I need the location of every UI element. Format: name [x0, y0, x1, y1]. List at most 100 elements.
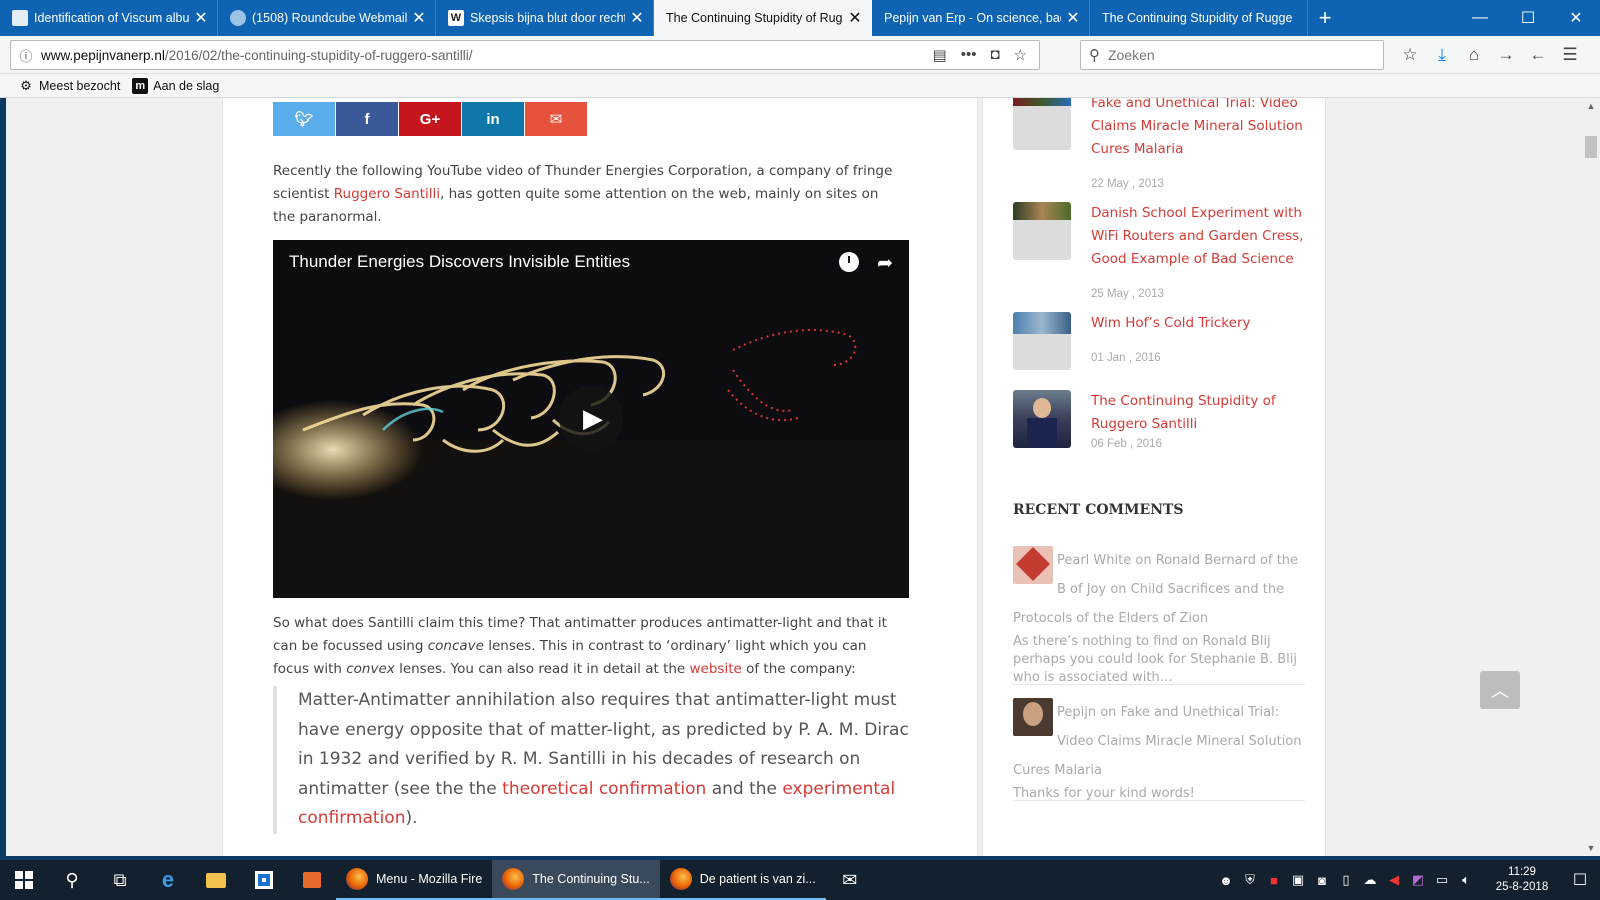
- close-window-button[interactable]: ✕: [1552, 0, 1600, 36]
- scroll-up-arrow-icon[interactable]: ▲: [1582, 98, 1600, 114]
- comment-author-link[interactable]: Pepijn: [1057, 705, 1096, 720]
- sidebar-post[interactable]: Danish School Experiment with WiFi Route…: [1013, 202, 1313, 300]
- email-icon: ✉: [549, 111, 563, 128]
- post-title-link[interactable]: The Continuing Stupidity of Ruggero Sant…: [1091, 390, 1311, 436]
- tab-skepsis[interactable]: W Skepsis bijna blut door rechtsz ✕: [436, 0, 654, 36]
- tab-santilli-active[interactable]: The Continuing Stupidity of Rugge ✕: [654, 0, 872, 36]
- tray-app-icon[interactable]: ◙: [1310, 873, 1334, 888]
- clock-time: 11:29: [1508, 866, 1536, 878]
- chevron-up-icon: ︿: [1491, 681, 1509, 701]
- url-host: www.pepijnvanerp.nl: [41, 47, 165, 63]
- back-icon[interactable]: ←: [1522, 45, 1554, 65]
- start-button[interactable]: [0, 860, 48, 900]
- post-thumbnail[interactable]: [1013, 202, 1071, 260]
- address-bar[interactable]: ⓘ www.pepijnvanerp.nl/2016/02/the-contin…: [10, 40, 1040, 70]
- file-explorer-icon[interactable]: [192, 860, 240, 900]
- play-button[interactable]: ▶: [559, 386, 623, 450]
- sidebar-post[interactable]: The Continuing Stupidity of Ruggero Sant…: [1013, 390, 1313, 460]
- bookmark-star-icon[interactable]: ☆: [1014, 46, 1027, 64]
- tray-app-icon[interactable]: ◀: [1382, 872, 1406, 888]
- mail-icon[interactable]: ✉: [826, 860, 874, 900]
- home-icon[interactable]: ⌂: [1458, 45, 1490, 65]
- minimize-button[interactable]: —: [1456, 0, 1504, 36]
- bookmark-getting-started[interactable]: m Aan de slag: [132, 77, 219, 94]
- theoretical-confirmation-link[interactable]: theoretical confirmation: [502, 779, 706, 799]
- page-scrollbar[interactable]: ▲ ▼: [1582, 98, 1600, 856]
- tab-santilli-2[interactable]: The Continuing Stupidity of Rugge: [1090, 0, 1308, 36]
- store-icon[interactable]: [240, 860, 288, 900]
- onenote-icon[interactable]: ◩: [1406, 872, 1430, 888]
- defender-icon[interactable]: ⛨: [1238, 872, 1262, 888]
- tray-app-icon[interactable]: ▣: [1286, 872, 1310, 888]
- share-facebook-button[interactable]: f: [336, 102, 398, 136]
- post-title-link[interactable]: Danish School Experiment with WiFi Route…: [1091, 202, 1311, 271]
- tab-viscum[interactable]: Identification of Viscum album ✕: [0, 0, 218, 36]
- edge-icon[interactable]: e: [144, 860, 192, 900]
- youtube-video-embed[interactable]: Thunder Energies Discovers Invisible Ent…: [273, 240, 909, 598]
- share-arrow-icon[interactable]: ➦: [877, 252, 893, 275]
- post-title-link[interactable]: Wim Hof’s Cold Trickery: [1091, 312, 1311, 335]
- battery-icon[interactable]: ▯: [1334, 872, 1358, 888]
- comment-post-link[interactable]: Ronald Bernard of the B of Joy on Child …: [1013, 553, 1298, 626]
- hamburger-menu-icon[interactable]: ☰: [1554, 45, 1586, 65]
- pocket-icon[interactable]: ◘: [990, 46, 999, 64]
- windows-taskbar: ⚲ ⧉ e Menu - Mozilla Fire The Continuing…: [0, 860, 1600, 900]
- close-tab-icon[interactable]: ✕: [847, 8, 863, 28]
- post-date: 25 May , 2013: [1091, 288, 1164, 300]
- action-center-icon[interactable]: ☐: [1560, 870, 1600, 890]
- sidebar-post[interactable]: Wim Hof’s Cold Trickery 01 Jan , 2016: [1013, 312, 1313, 372]
- taskbar-clock[interactable]: 11:29 25-8-2018: [1484, 865, 1560, 895]
- website-link[interactable]: website: [690, 661, 742, 677]
- tab-title: (1508) Roundcube Webmail :: S: [252, 11, 407, 25]
- scrollbar-thumb[interactable]: [1585, 136, 1597, 158]
- sidebar-post[interactable]: Fake and Unethical Trial: Video Claims M…: [1013, 98, 1313, 190]
- url-path: /2016/02/the-continuing-stupidity-of-rug…: [164, 47, 473, 63]
- media-player-icon[interactable]: [288, 860, 336, 900]
- search-box[interactable]: ⚲ Zoeken: [1080, 40, 1384, 70]
- maximize-button[interactable]: ☐: [1504, 0, 1552, 36]
- app-tray-icon[interactable]: ■: [1262, 873, 1286, 888]
- taskbar-app-firefox-patient[interactable]: De patient is van zi...: [659, 860, 826, 900]
- text: of the company:: [741, 661, 856, 677]
- play-icon: ▶: [583, 402, 603, 433]
- share-linkedin-button[interactable]: in: [462, 102, 524, 136]
- taskbar-app-firefox-menu[interactable]: Menu - Mozilla Fire: [336, 860, 493, 900]
- close-tab-icon[interactable]: ✕: [193, 8, 209, 28]
- tab-roundcube[interactable]: (1508) Roundcube Webmail :: S ✕: [218, 0, 436, 36]
- task-view-icon[interactable]: ⧉: [96, 860, 144, 900]
- back-to-top-button[interactable]: ︿: [1480, 671, 1520, 709]
- post-date: 06 Feb , 2016: [1091, 438, 1162, 450]
- comment-author-link[interactable]: Pearl White: [1057, 553, 1131, 568]
- video-title[interactable]: Thunder Energies Discovers Invisible Ent…: [289, 252, 630, 272]
- share-twitter-button[interactable]: 🐦︎: [273, 102, 335, 136]
- page-actions-icon[interactable]: •••: [961, 46, 977, 64]
- download-icon[interactable]: ⤓: [1426, 45, 1458, 65]
- onedrive-icon[interactable]: ☁: [1358, 872, 1382, 888]
- people-icon[interactable]: ☻: [1214, 873, 1238, 888]
- search-icon[interactable]: ⚲: [48, 860, 96, 900]
- share-googleplus-button[interactable]: G+: [399, 102, 461, 136]
- post-thumbnail[interactable]: [1013, 98, 1071, 150]
- site-info-icon[interactable]: ⓘ: [11, 46, 41, 65]
- reader-view-icon[interactable]: ▤: [933, 46, 947, 64]
- forward-icon[interactable]: →: [1490, 45, 1522, 65]
- text: ).: [405, 808, 418, 828]
- close-tab-icon[interactable]: ✕: [411, 8, 427, 28]
- post-thumbnail[interactable]: [1013, 312, 1071, 370]
- tab-pepijn[interactable]: Pepijn van Erp - On science, bad sc ✕: [872, 0, 1090, 36]
- watch-later-icon[interactable]: [839, 252, 860, 272]
- close-tab-icon[interactable]: ✕: [629, 8, 645, 28]
- new-tab-button[interactable]: +: [1308, 0, 1342, 36]
- network-icon[interactable]: ▭: [1430, 872, 1454, 888]
- bookmark-most-visited[interactable]: ⚙ Meest bezocht: [18, 78, 120, 94]
- close-tab-icon[interactable]: ✕: [1065, 8, 1081, 28]
- post-title-link[interactable]: Fake and Unethical Trial: Video Claims M…: [1091, 98, 1311, 161]
- taskbar-app-firefox-santilli[interactable]: The Continuing Stu...: [492, 860, 660, 900]
- santilli-link[interactable]: Ruggero Santilli: [334, 186, 440, 202]
- url-text[interactable]: www.pepijnvanerp.nl/2016/02/the-continui…: [41, 48, 933, 63]
- volume-icon[interactable]: 🔈︎: [1454, 872, 1478, 888]
- bookmarks-menu-icon[interactable]: ☆: [1394, 45, 1426, 65]
- share-email-button[interactable]: ✉: [525, 102, 587, 136]
- scroll-down-arrow-icon[interactable]: ▼: [1582, 840, 1600, 856]
- post-thumbnail[interactable]: [1013, 390, 1071, 448]
